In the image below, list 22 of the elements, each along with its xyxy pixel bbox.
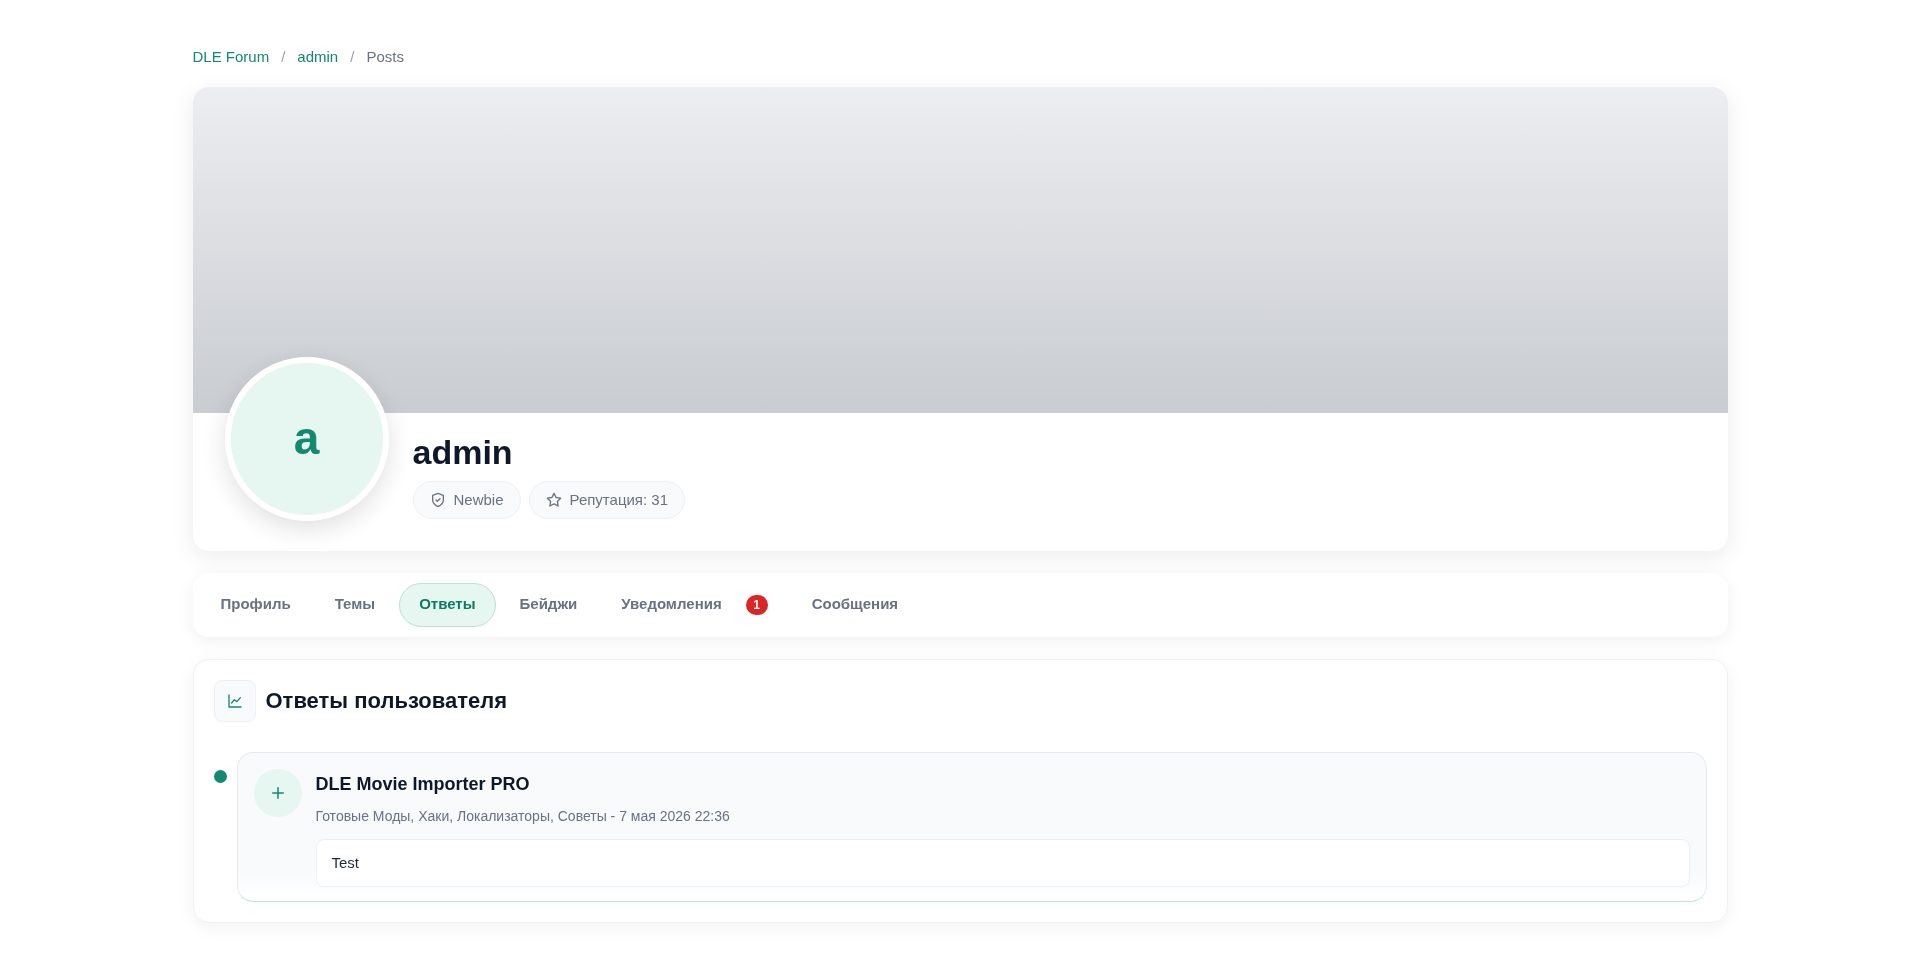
tab[interactable]: Бейджи bbox=[499, 582, 598, 627]
tab[interactable]: Сообщения bbox=[791, 582, 919, 627]
notification-count: 1 bbox=[745, 594, 768, 615]
rank-badge: Newbie bbox=[412, 481, 521, 519]
reply-text: Test bbox=[315, 838, 1690, 887]
reply-meta: Готовые Моды, Хаки, Локализаторы, Советы - 7 мая 2026 22:36 bbox=[315, 806, 731, 826]
breadcrumb-current: Posts bbox=[366, 47, 404, 67]
tab[interactable]: Темы bbox=[314, 582, 396, 627]
chart-icon bbox=[213, 679, 256, 722]
star-icon bbox=[545, 492, 562, 508]
profile-name: admin bbox=[412, 431, 514, 473]
tab[interactable]: Уведомления 1 bbox=[601, 582, 788, 627]
breadcrumb-separator: / bbox=[281, 47, 286, 67]
reply-title[interactable]: DLE Movie Importer PRO bbox=[315, 770, 1690, 798]
section-title: Ответы пользователя bbox=[265, 687, 508, 715]
reputation-badge: Репутация: 31 bbox=[528, 481, 685, 519]
breadcrumb-link[interactable]: DLE Forum bbox=[192, 46, 270, 69]
tab[interactable]: Ответы bbox=[399, 582, 496, 627]
shield-check-icon bbox=[429, 492, 446, 508]
breadcrumb-link[interactable]: admin bbox=[297, 46, 339, 69]
breadcrumb-separator: / bbox=[350, 47, 355, 67]
tab[interactable]: Профиль bbox=[200, 582, 311, 627]
